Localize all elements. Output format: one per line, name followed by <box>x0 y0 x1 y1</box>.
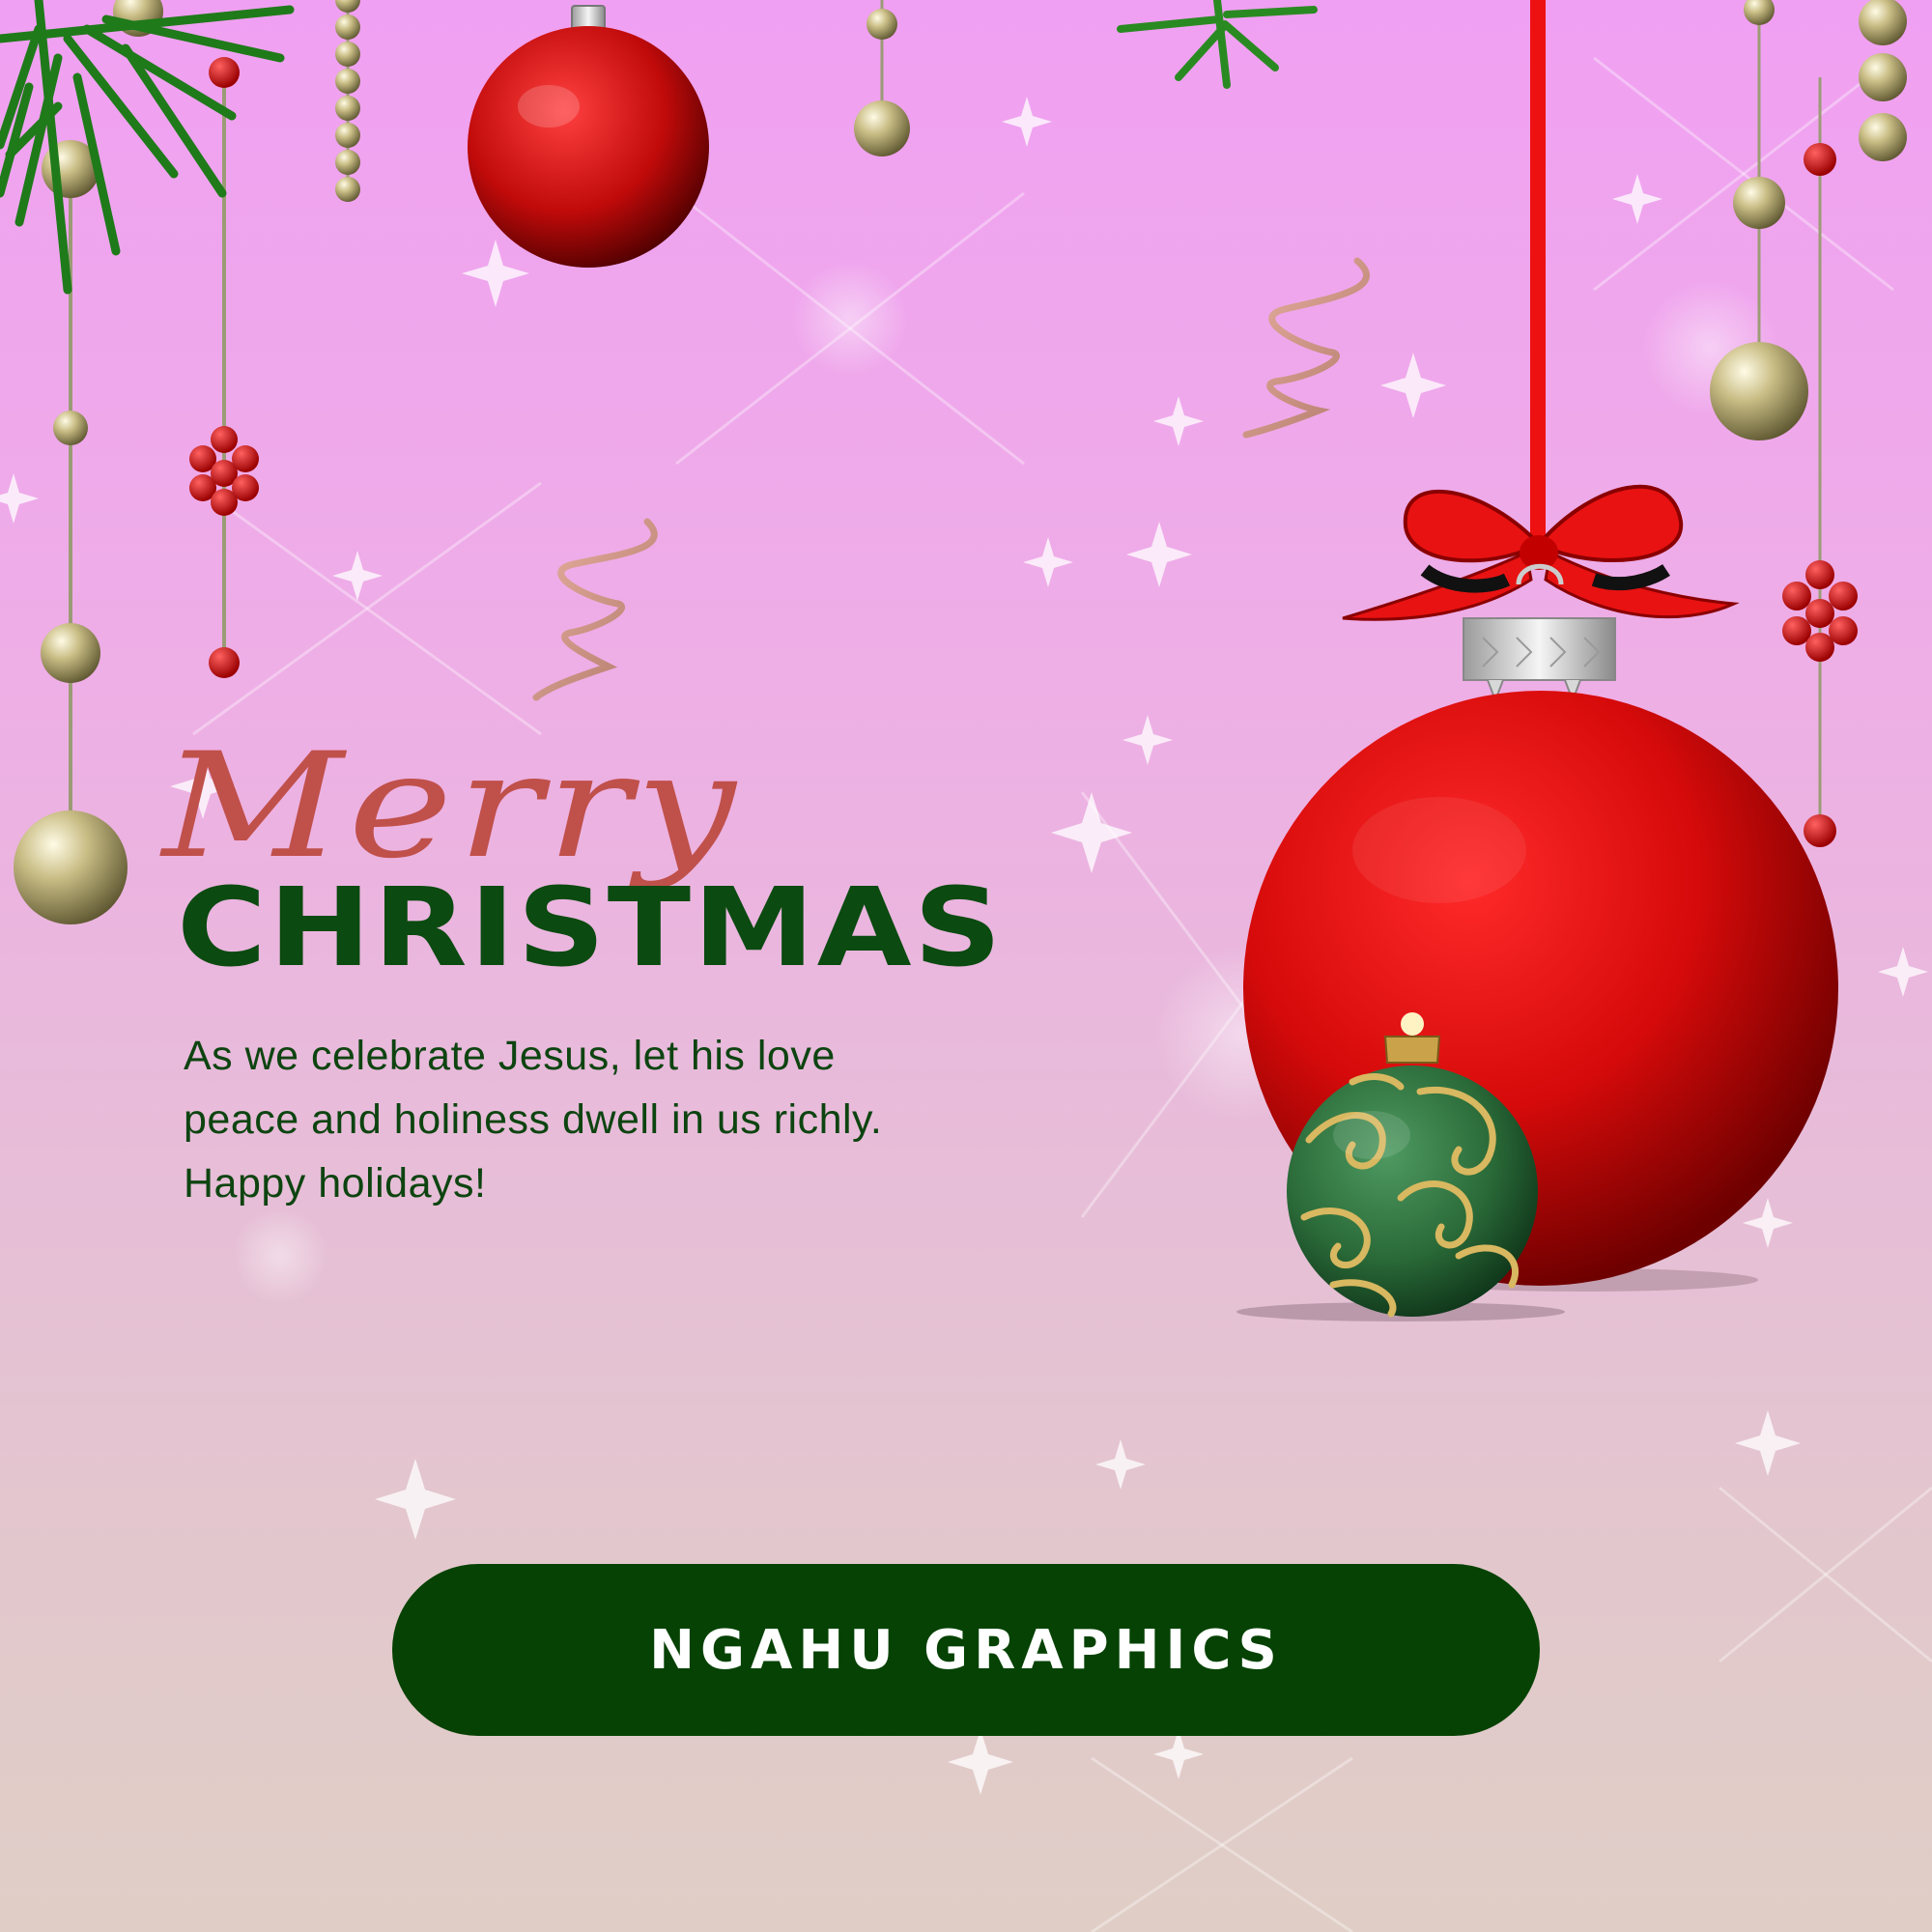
gold-bead-icon <box>1710 342 1808 440</box>
red-berry-icon <box>1804 814 1836 847</box>
sparkle-icon <box>1023 537 1073 587</box>
message-line: peace and holiness dwell in us richly. <box>184 1096 883 1143</box>
sparkle-icon <box>1380 353 1446 418</box>
sparkle-icon <box>1153 396 1204 446</box>
gold-bead-icon <box>1733 177 1785 229</box>
sparkle-icon <box>1122 715 1173 765</box>
red-disco-ball-icon <box>468 5 709 268</box>
red-berry-cluster-icon <box>189 426 259 516</box>
sparkle-icon <box>1095 1439 1146 1490</box>
sparkle-icon <box>1126 522 1192 587</box>
sparkle-icon <box>462 240 529 307</box>
gold-bead-icon <box>53 411 88 445</box>
red-berry-icon <box>209 57 240 88</box>
sparkle-icon <box>1735 1410 1801 1476</box>
pine-branch-icon <box>1117 0 1318 89</box>
greeting-script: Merry <box>162 723 741 891</box>
pine-branch-icon <box>0 0 295 295</box>
sparkle-icon <box>792 261 908 377</box>
greeting-title: CHRISTMAS <box>177 866 1005 991</box>
gold-bead-icon <box>1859 53 1907 101</box>
sparkle-icon <box>0 473 39 524</box>
gold-bead-icon <box>867 9 897 40</box>
red-berry-icon <box>1804 143 1836 176</box>
message-line: Happy holidays! <box>184 1160 487 1207</box>
christmas-card: Merry CHRISTMAS As we celebrate Jesus, l… <box>0 0 1932 1932</box>
sparkle-icon <box>375 1459 456 1540</box>
sparkle-icon <box>332 551 383 601</box>
message-line: As we celebrate Jesus, let his love <box>184 1033 836 1079</box>
gold-bead-icon <box>1859 113 1907 161</box>
greeting-message: As we celebrate Jesus, let his love peac… <box>184 1024 1150 1215</box>
ribbon-curl-icon <box>1242 257 1370 439</box>
gold-bead-icon <box>1744 0 1775 25</box>
sparkle-icon <box>948 1729 1013 1795</box>
sparkle-icon <box>1743 1198 1793 1248</box>
sparkle-icon <box>1002 97 1052 147</box>
right-hanging-decor <box>1710 0 1907 847</box>
gold-bead-icon <box>14 810 128 924</box>
red-berry-icon <box>209 647 240 678</box>
sparkle-icon <box>232 1208 328 1304</box>
gold-bead-icon <box>335 0 360 202</box>
gold-bead-icon <box>1859 0 1907 45</box>
sparkle-icon <box>1612 174 1662 224</box>
sparkle-icon <box>1051 792 1132 873</box>
sparkle-icon <box>1153 1729 1204 1779</box>
gold-bead-icon <box>854 100 910 156</box>
brand-button[interactable]: NGAHU GRAPHICS <box>392 1564 1540 1736</box>
ribbon-curl-icon <box>532 518 658 701</box>
sparkle-icon <box>1878 947 1928 997</box>
red-berry-cluster-icon <box>1782 560 1858 662</box>
gold-bead-icon <box>41 623 100 683</box>
